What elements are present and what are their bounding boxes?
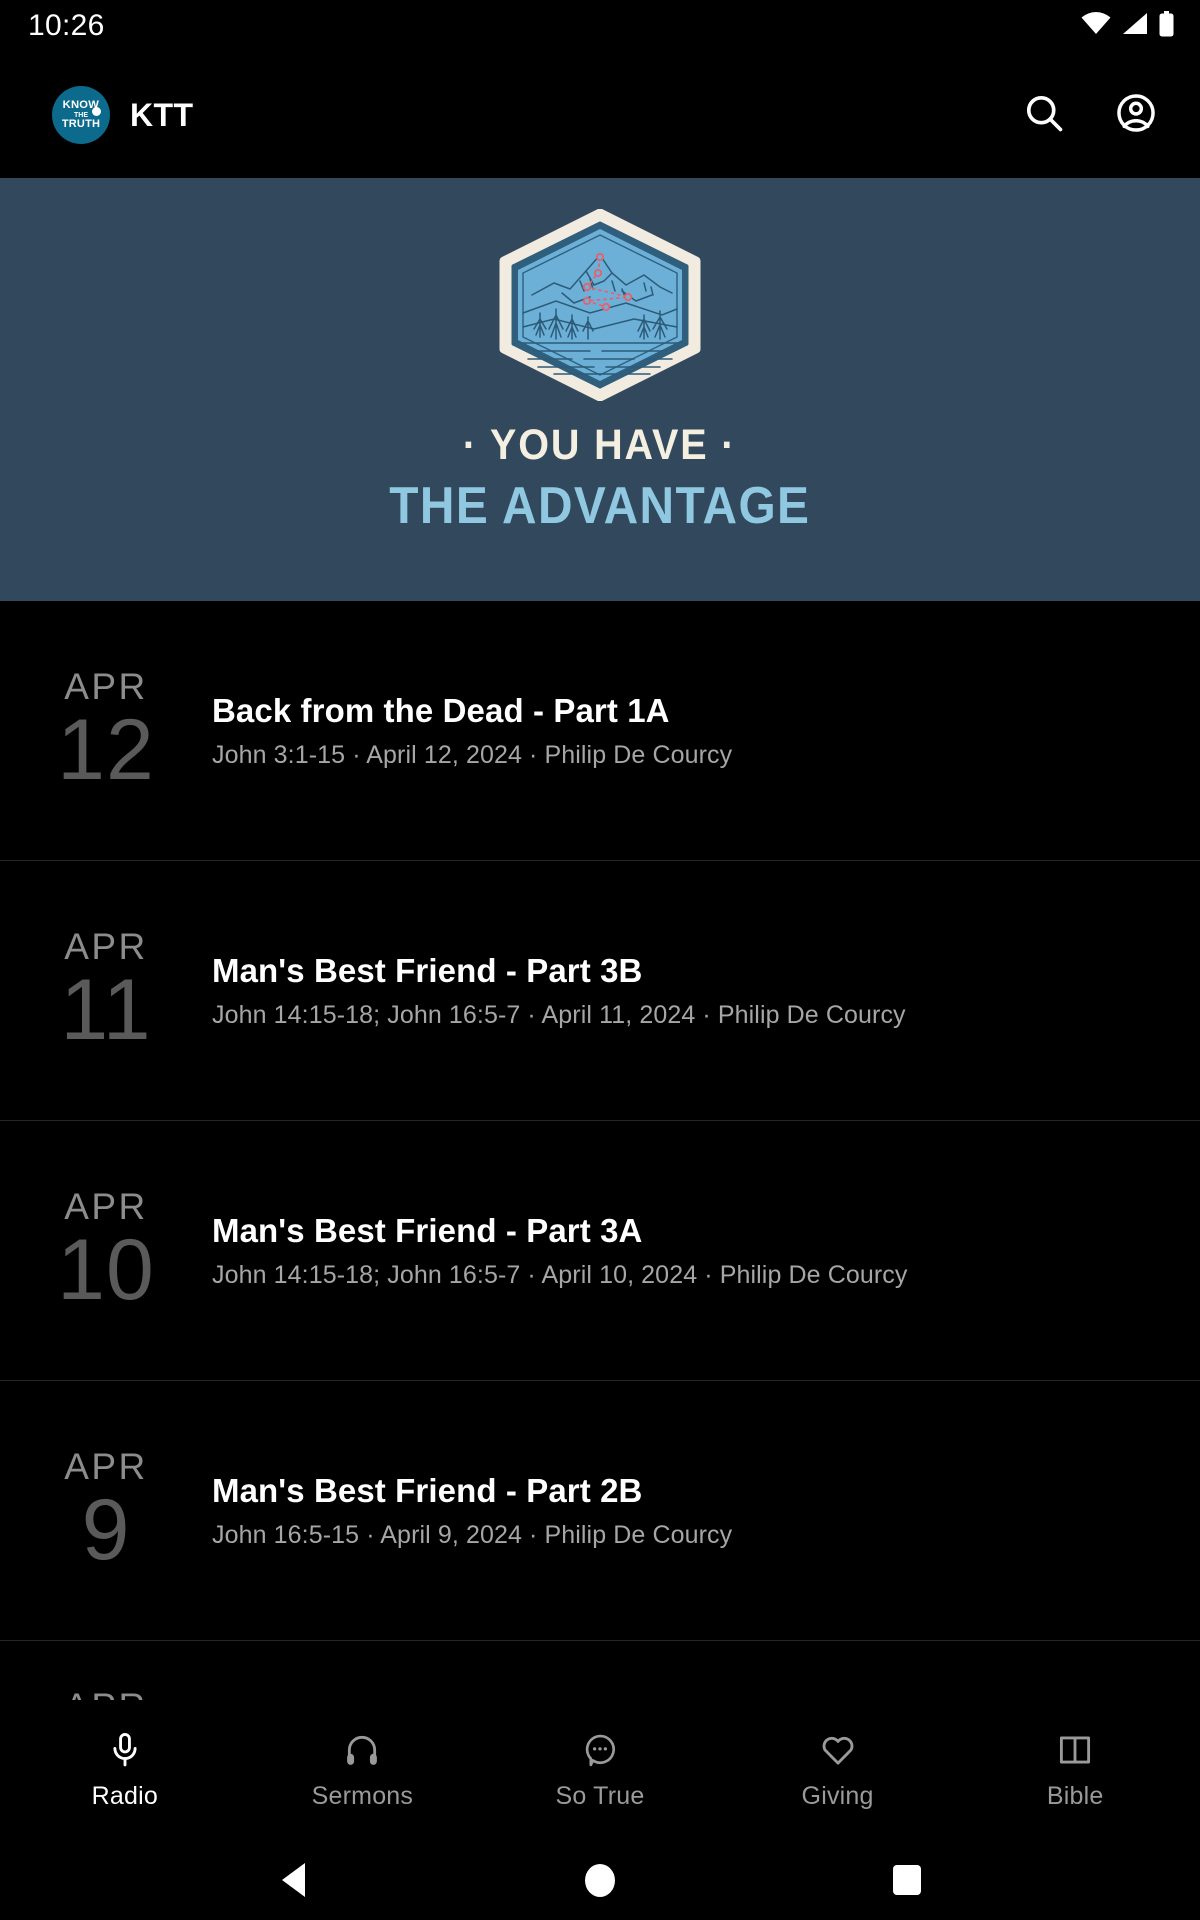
app-root: 10:26 KNOW THE TRUTH KTT · YOU HAVE · TH… <box>0 0 1200 1920</box>
android-system-nav <box>0 1840 1200 1920</box>
heart-outline-icon <box>819 1729 857 1771</box>
sermon-list-item[interactable]: APR 9 Man's Best Friend - Part 2B John 1… <box>0 1381 1200 1641</box>
sermon-body: Back from the Dead - Part 1A John 3:1-15… <box>212 692 1166 770</box>
status-clock: 10:26 <box>28 9 105 42</box>
wifi-icon <box>1081 12 1111 40</box>
sermon-date-day: 12 <box>57 701 155 798</box>
sermon-title: Back from the Dead - Part 1A <box>212 691 670 729</box>
sermon-date-day: 9 <box>81 1481 131 1578</box>
nav-label-so-true: So True <box>555 1782 645 1810</box>
search-icon <box>1022 91 1066 140</box>
nav-item-bible[interactable]: Bible <box>956 1700 1194 1840</box>
recents-button[interactable] <box>872 1845 942 1915</box>
sermon-date-day: 10 <box>57 1221 155 1318</box>
headphones-icon <box>343 1729 381 1771</box>
sermon-body: Man's Best Friend - Part 3A John 14:15-1… <box>212 1212 1166 1290</box>
app-bar-actions <box>1016 87 1164 143</box>
sermon-date: APR <box>0 1641 212 1701</box>
logo-dot-mark <box>92 107 101 116</box>
chat-bubble-dots-icon <box>581 1729 619 1771</box>
sermon-date-month: APR <box>64 1687 148 1701</box>
sermon-title: Man's Best Friend - Part 3B <box>212 951 643 989</box>
sermon-body: Man's Best Friend - Part 2B John 16:5-15… <box>212 1472 1166 1550</box>
bottom-navigation: Radio Sermons So True Giving Bible <box>0 1700 1200 1840</box>
microphone-icon <box>106 1729 144 1771</box>
sermon-date: APR 11 <box>0 925 212 1058</box>
sermon-body: Man's Best Friend - Part 3B John 14:15-1… <box>212 952 1166 1030</box>
sermon-title: Man's Best Friend - Part 3A <box>212 1211 643 1249</box>
nav-item-radio[interactable]: Radio <box>6 1700 244 1840</box>
sermon-meta: John 16:5-15 · April 9, 2024 · Philip De… <box>212 1520 733 1549</box>
sermon-list-item[interactable]: APR <box>0 1641 1200 1701</box>
status-icons <box>1081 10 1174 42</box>
banner-headline-top: · YOU HAVE · <box>463 421 737 469</box>
sermon-date: APR 10 <box>0 1185 212 1318</box>
sermon-title: Man's Best Friend - Part 2B <box>212 1471 643 1509</box>
app-bar: KNOW THE TRUTH KTT <box>0 52 1200 178</box>
home-circle-icon <box>584 1863 615 1897</box>
open-book-icon <box>1056 1729 1094 1771</box>
sermon-date-month: APR <box>64 1185 148 1227</box>
nav-item-giving[interactable]: Giving <box>719 1700 957 1840</box>
nav-item-sermons[interactable]: Sermons <box>244 1700 482 1840</box>
logo-line-truth: TRUTH <box>61 118 101 130</box>
sermon-date: APR 9 <box>0 1445 212 1578</box>
sermon-meta: John 14:15-18; John 16:5-7 · April 10, 2… <box>212 1260 908 1289</box>
sermon-list[interactable]: APR 12 Back from the Dead - Part 1A John… <box>0 601 1200 1700</box>
account-button[interactable] <box>1108 87 1164 143</box>
brand[interactable]: KNOW THE TRUTH KTT <box>52 86 193 144</box>
back-triangle-icon <box>281 1863 305 1897</box>
status-bar: 10:26 <box>0 0 1200 52</box>
back-button[interactable] <box>258 1845 328 1915</box>
know-the-truth-logo: KNOW THE TRUTH <box>52 86 110 144</box>
sermon-date-day: 11 <box>60 961 152 1058</box>
nav-label-radio: Radio <box>91 1782 158 1810</box>
sermon-date-month: APR <box>64 925 148 967</box>
sermon-date: APR 12 <box>0 665 212 798</box>
sermon-list-item[interactable]: APR 10 Man's Best Friend - Part 3A John … <box>0 1121 1200 1381</box>
mountain-badge-icon <box>494 208 706 402</box>
you-have-the-advantage-banner[interactable]: · YOU HAVE · THE ADVANTAGE <box>0 178 1200 601</box>
sermon-list-item[interactable]: APR 12 Back from the Dead - Part 1A John… <box>0 601 1200 861</box>
recents-square-icon <box>892 1865 921 1895</box>
app-title: KTT <box>130 96 194 133</box>
battery-icon <box>1159 10 1174 42</box>
nav-label-bible: Bible <box>1046 1782 1104 1810</box>
home-button[interactable] <box>565 1845 635 1915</box>
nav-label-sermons: Sermons <box>311 1782 414 1810</box>
cellular-signal-icon <box>1122 12 1148 40</box>
banner-headline-bottom: THE ADVANTAGE <box>389 477 811 535</box>
nav-item-so-true[interactable]: So True <box>481 1700 719 1840</box>
nav-label-giving: Giving <box>801 1782 874 1810</box>
account-circle-icon <box>1114 91 1158 140</box>
sermon-date-month: APR <box>64 1445 148 1487</box>
sermon-date-month: APR <box>64 665 148 707</box>
search-button[interactable] <box>1016 87 1072 143</box>
sermon-meta: John 3:1-15 · April 12, 2024 · Philip De… <box>212 740 733 769</box>
sermon-meta: John 14:15-18; John 16:5-7 · April 11, 2… <box>212 1000 906 1029</box>
sermon-list-item[interactable]: APR 11 Man's Best Friend - Part 3B John … <box>0 861 1200 1121</box>
